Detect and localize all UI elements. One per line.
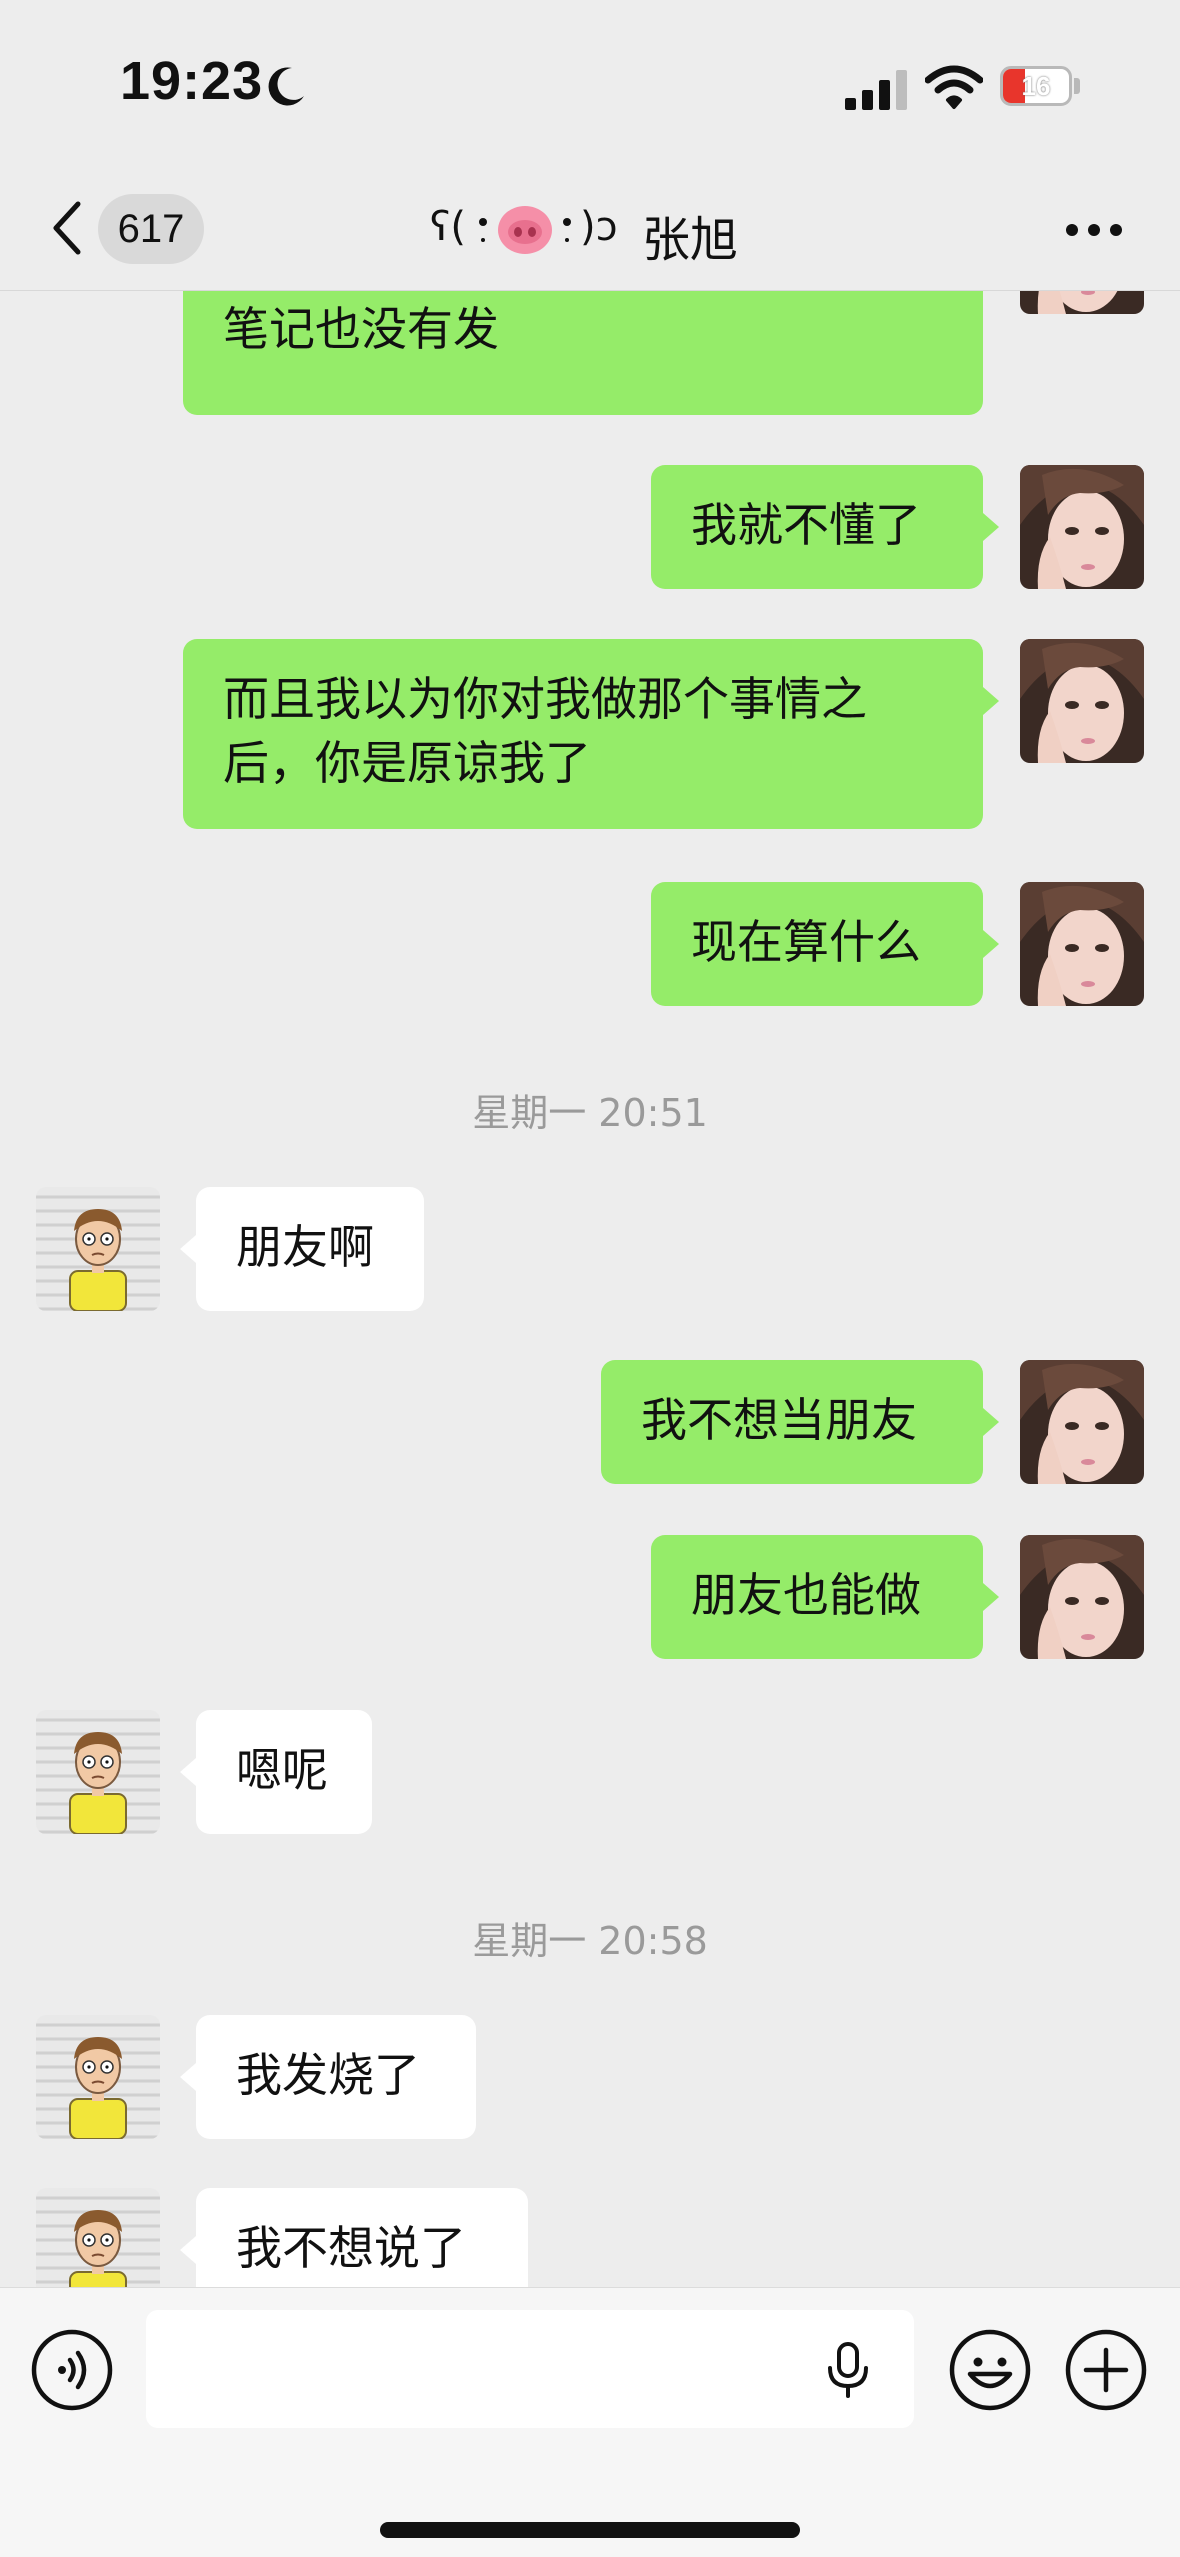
message-row-sent: 朋友也能做 — [0, 1535, 1180, 1659]
avatar-self[interactable] — [1020, 639, 1144, 763]
message-bubble-sent[interactable]: 我不想当朋友 — [601, 1360, 983, 1484]
avatar-contact[interactable] — [36, 1710, 160, 1834]
battery-level: 16 — [1021, 71, 1051, 101]
message-row-received: 朋友啊 — [0, 1187, 1180, 1311]
message-input[interactable] — [146, 2310, 914, 2428]
avatar-self[interactable] — [1020, 290, 1144, 314]
chat-title-name: 张旭 — [642, 212, 739, 268]
message-bubble-received[interactable]: 朋友啊 — [196, 1187, 424, 1311]
ellipsis-icon[interactable] — [1064, 220, 1124, 240]
avatar-self[interactable] — [1020, 1360, 1144, 1484]
microphone-icon[interactable] — [822, 2342, 874, 2398]
status-time: 19:23 — [120, 51, 264, 111]
message-bubble-sent[interactable]: 朋友也能做 — [651, 1535, 983, 1659]
cellular-signal-icon — [845, 70, 907, 110]
pig-nose-emoji-icon — [479, 206, 571, 254]
avatar-contact[interactable] — [36, 2188, 160, 2287]
chat-message-list[interactable]: 我不是已经复好了吗？而且我那 笔记也没有发 我就不懂了 而且我以为你对我做那个事… — [0, 290, 1180, 2287]
message-bubble-received[interactable]: 嗯呢 — [196, 1710, 372, 1834]
avatar-contact[interactable] — [36, 2015, 160, 2139]
message-bubble-sent[interactable]: 现在算什么 — [651, 882, 983, 1006]
plus-icon[interactable] — [1064, 2328, 1148, 2412]
message-row-received: 我不想说了 — [0, 2188, 1180, 2287]
chat-title[interactable]: ʕ( )ɔ 张旭 — [380, 200, 800, 268]
message-row-sent: 我就不懂了 — [0, 465, 1180, 589]
message-row-received: 嗯呢 — [0, 1710, 1180, 1834]
message-bubble-sent[interactable]: 我不是已经复好了吗？而且我那 笔记也没有发 — [183, 290, 983, 415]
time-divider: 星期一 20:58 — [472, 1919, 708, 1963]
voice-mode-icon[interactable] — [30, 2328, 114, 2412]
message-bubble-sent[interactable]: 我就不懂了 — [651, 465, 983, 589]
message-row-sent: 现在算什么 — [0, 882, 1180, 1006]
message-row-sent: 我不想当朋友 — [0, 1360, 1180, 1484]
message-bubble-received[interactable]: 我不想说了 — [196, 2188, 528, 2287]
unread-count-badge[interactable]: 617 — [98, 194, 204, 264]
moon-icon — [268, 67, 304, 106]
time-divider: 星期一 20:51 — [472, 1091, 708, 1135]
message-row-sent: 我不是已经复好了吗？而且我那 笔记也没有发 — [0, 290, 1180, 415]
title-decoration-right: )ɔ — [580, 204, 618, 250]
message-bubble-sent[interactable]: 而且我以为你对我做那个事情之 后，你是原谅我了 — [183, 639, 983, 829]
status-bar: 19:23 16 — [0, 0, 1180, 170]
battery-tip — [1074, 78, 1080, 94]
message-row-received: 我发烧了 — [0, 2015, 1180, 2139]
nav-bar: 617 ʕ( )ɔ 张旭 — [0, 170, 1180, 291]
wifi-icon — [925, 65, 983, 109]
input-bar — [0, 2287, 1180, 2557]
chevron-left-icon[interactable] — [48, 198, 84, 258]
emoji-icon[interactable] — [948, 2328, 1032, 2412]
title-decoration-left: ʕ( — [430, 204, 467, 250]
home-indicator[interactable] — [380, 2522, 800, 2538]
avatar-self[interactable] — [1020, 1535, 1144, 1659]
avatar-contact[interactable] — [36, 1187, 160, 1311]
message-bubble-received[interactable]: 我发烧了 — [196, 2015, 476, 2139]
avatar-self[interactable] — [1020, 882, 1144, 1006]
message-row-sent: 而且我以为你对我做那个事情之 后，你是原谅我了 — [0, 639, 1180, 829]
battery-charging-icon: 16 — [1000, 66, 1072, 106]
avatar-self[interactable] — [1020, 465, 1144, 589]
